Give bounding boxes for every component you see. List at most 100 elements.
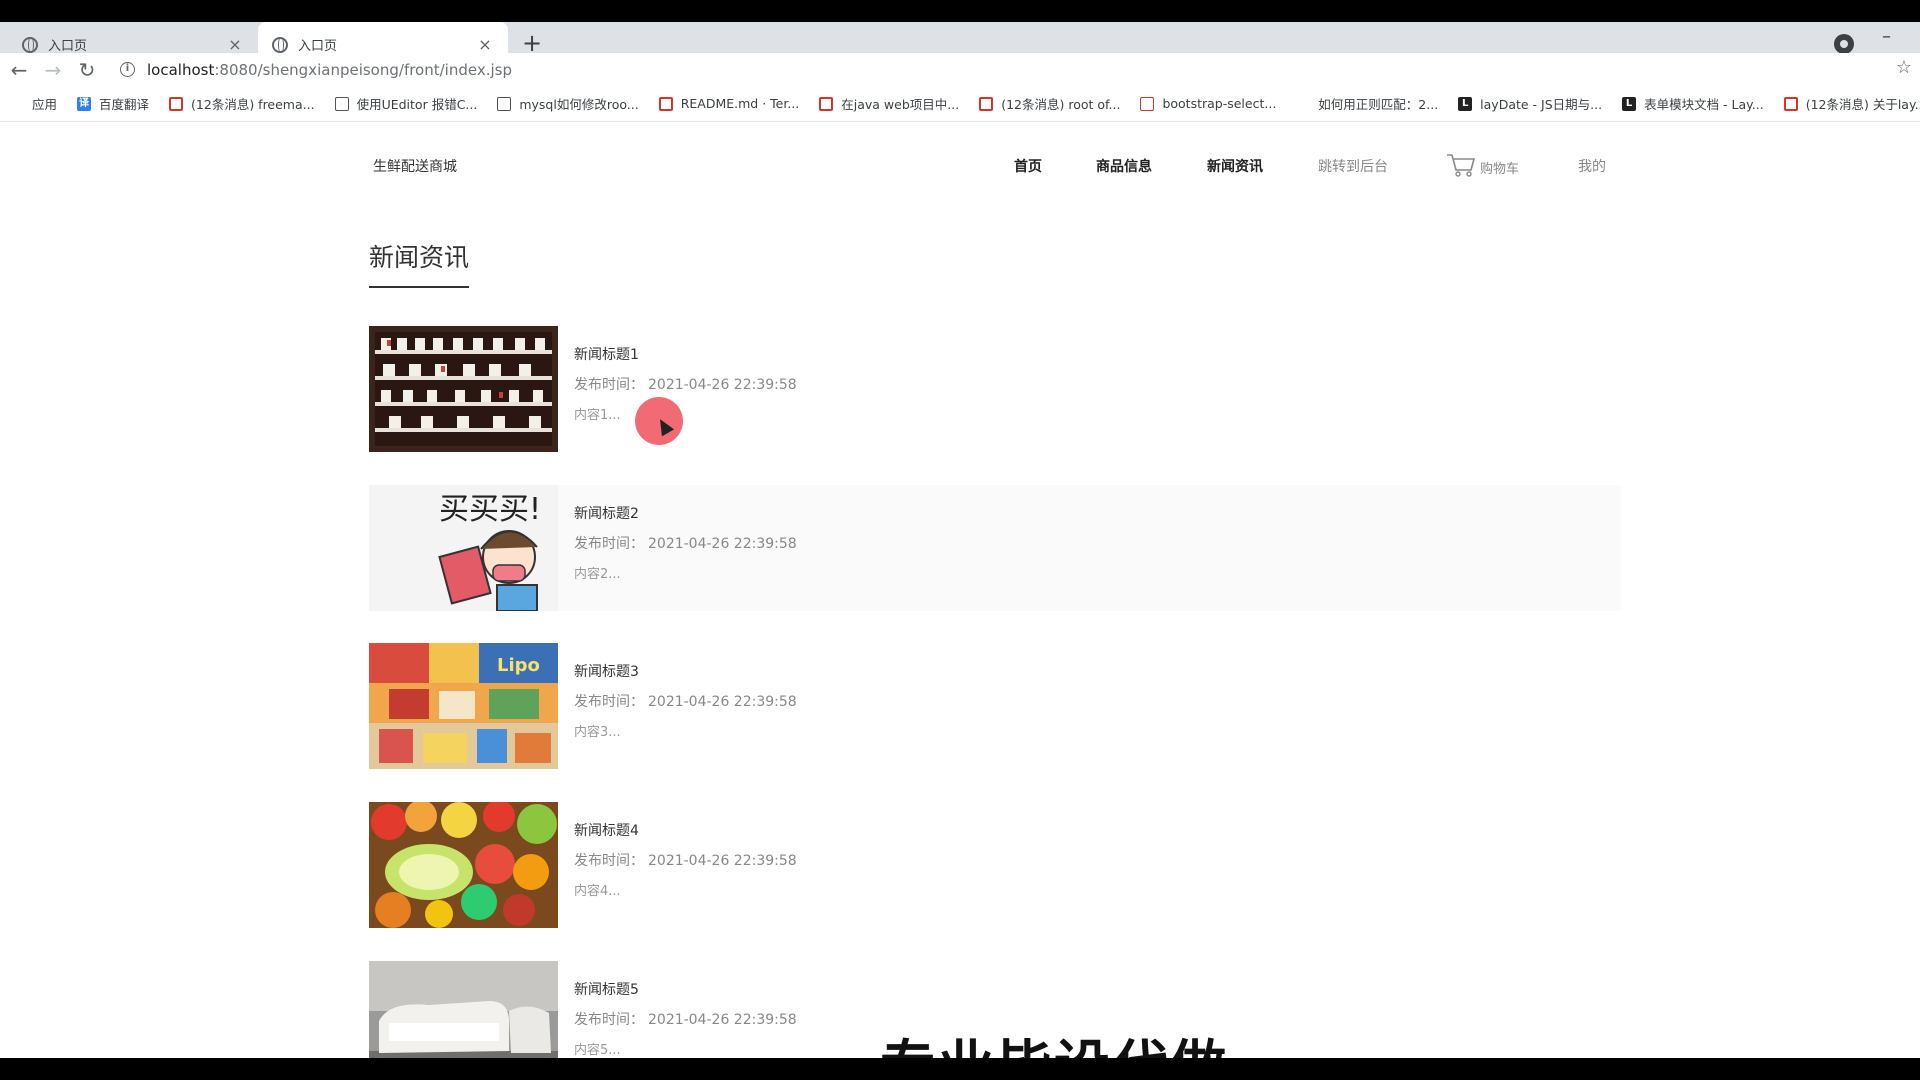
bookmark-item[interactable]: C (12条消息) root of... bbox=[979, 94, 1120, 113]
url-host: localhost bbox=[147, 60, 215, 79]
bookmark-item[interactable]: ▦ bootstrap-select... bbox=[1140, 96, 1276, 111]
date-label: 发布时间： bbox=[574, 1012, 644, 1028]
bookmark-label: 如何用正则匹配：2... bbox=[1318, 97, 1439, 112]
fruit-basket-image bbox=[369, 802, 558, 928]
snacks-shelf-image: Lipo bbox=[369, 643, 558, 769]
bookmark-item[interactable]: C (12条消息) freema... bbox=[169, 94, 315, 113]
bookmark-item[interactable]: G README.md · Ter... bbox=[658, 96, 800, 111]
screen: 入口页 × 入口页 × + – ← → ↻ i localhost:8080/s… bbox=[0, 0, 1920, 1080]
bookmark-label: (12条消息) root of... bbox=[1001, 97, 1121, 112]
bookmark-item[interactable]: A 使用UEditor 报错C... bbox=[334, 94, 477, 113]
news-title[interactable]: 新闻标题3 bbox=[574, 661, 639, 681]
ueditor-icon: A bbox=[334, 96, 349, 111]
nav-goods[interactable]: 商品信息 bbox=[1096, 156, 1152, 176]
date-value: 2021-04-26 22:39:58 bbox=[648, 536, 797, 552]
news-date: 发布时间： 2021-04-26 22:39:58 bbox=[574, 374, 797, 394]
bookmark-label: 应用 bbox=[32, 97, 58, 112]
reload-icon[interactable]: ↻ bbox=[70, 54, 104, 86]
bookmark-star-icon[interactable]: ☆ bbox=[1896, 57, 1912, 78]
close-icon[interactable]: × bbox=[226, 35, 244, 54]
bookmark-label: (12条消息) 关于lay... bbox=[1805, 97, 1920, 112]
bootstrap-icon: ▦ bbox=[1140, 96, 1155, 111]
bookmark-item[interactable]: L layDate - JS日期与... bbox=[1458, 94, 1602, 113]
tab-title: 入口页 bbox=[48, 39, 88, 54]
news-content: 内容4... bbox=[574, 884, 621, 899]
news-date: 发布时间： 2021-04-26 22:39:58 bbox=[574, 533, 797, 553]
news-title[interactable]: 新闻标题4 bbox=[574, 820, 639, 840]
section-title: 新闻资讯 bbox=[369, 238, 470, 288]
date-value: 2021-04-26 22:39:58 bbox=[648, 694, 797, 710]
svg-text:买买买!: 买买买! bbox=[439, 492, 541, 527]
site-header: 生鲜配送商城 首页 商品信息 新闻资讯 跳转到后台 购物车 我的 bbox=[0, 122, 1920, 212]
bookmark-label: layDate - JS日期与... bbox=[1480, 97, 1603, 112]
date-label: 发布时间： bbox=[574, 694, 644, 710]
date-value: 2021-04-26 22:39:58 bbox=[648, 377, 797, 393]
cart-label: 购物车 bbox=[1480, 162, 1520, 177]
news-thumbnail-cartoon[interactable]: 买买买! bbox=[369, 485, 558, 611]
bookmark-item[interactable]: 译 百度翻译 bbox=[77, 94, 149, 113]
layui-icon: L bbox=[1622, 96, 1637, 111]
csdn-icon: C bbox=[1783, 96, 1798, 111]
bookmark-item[interactable]: L 表单模块文档 - Lay... bbox=[1622, 94, 1764, 113]
news-item[interactable]: Lipo 新闻标题3 发布时间： 2021-04-26 22:39:58 内容3.… bbox=[369, 643, 1621, 769]
bookmark-label: README.md · Ter... bbox=[680, 96, 800, 111]
news-content: 内容3... bbox=[574, 725, 621, 740]
site-brand[interactable]: 生鲜配送商城 bbox=[373, 156, 457, 176]
news-content: 内容5... bbox=[574, 1043, 621, 1058]
nav-news[interactable]: 新闻资讯 bbox=[1207, 156, 1263, 176]
news-title[interactable]: 新闻标题2 bbox=[574, 503, 639, 523]
info-icon[interactable]: i bbox=[120, 62, 135, 77]
close-icon[interactable]: × bbox=[476, 35, 494, 54]
svg-text:Lipo: Lipo bbox=[497, 655, 540, 676]
news-item[interactable]: 买买买! 新闻标题2 发布时间： 2021-04-26 22:39:58 内容2.… bbox=[369, 485, 1621, 611]
news-date: 发布时间： 2021-04-26 22:39:58 bbox=[574, 850, 797, 870]
globe-icon bbox=[272, 36, 288, 53]
baidu-translate-icon: 译 bbox=[77, 96, 92, 111]
bookmarks-bar: ⠿ 应用 译 百度翻译 C (12条消息) freema... A 使用UEdi… bbox=[0, 86, 1920, 122]
baidu-paw-icon: ✿ bbox=[1299, 97, 1308, 109]
date-label: 发布时间： bbox=[574, 377, 644, 393]
layui-icon: L bbox=[1458, 96, 1473, 111]
bookmark-item[interactable]: C 在java web项目中... bbox=[819, 94, 959, 113]
news-thumbnail-snacks[interactable]: Lipo bbox=[369, 643, 558, 769]
tab-title: 入口页 bbox=[298, 39, 338, 54]
nav-mine[interactable]: 我的 bbox=[1578, 156, 1606, 176]
csdn-icon: C bbox=[169, 96, 184, 111]
address-bar[interactable]: i localhost:8080/shengxianpeisong/front/… bbox=[120, 55, 512, 85]
news-title[interactable]: 新闻标题5 bbox=[574, 979, 639, 999]
minimize-button[interactable]: – bbox=[1882, 28, 1898, 50]
bookmark-apps[interactable]: ⠿ 应用 bbox=[10, 94, 57, 113]
bookmark-label: mysql如何修改roo... bbox=[519, 97, 639, 112]
news-thumbnail-fruit[interactable] bbox=[369, 802, 558, 928]
nav-home[interactable]: 首页 bbox=[1014, 156, 1042, 176]
bookmark-item[interactable]: ✿ 如何用正则匹配：2... bbox=[1296, 94, 1438, 113]
bookmark-label: 在java web项目中... bbox=[841, 97, 960, 112]
news-thumbnail-shoe-rack[interactable] bbox=[369, 326, 558, 452]
cartoon-shopping-image: 买买买! bbox=[369, 485, 558, 611]
news-title[interactable]: 新闻标题1 bbox=[574, 344, 639, 364]
forward-arrow-icon[interactable]: → bbox=[36, 54, 70, 86]
bookmark-item[interactable]: A mysql如何修改roo... bbox=[497, 94, 639, 113]
url-path: :8080/shengxianpeisong/front/index.jsp bbox=[214, 60, 512, 79]
bookmark-item[interactable]: C (12条消息) 关于lay... bbox=[1783, 94, 1920, 113]
back-arrow-icon[interactable]: ← bbox=[2, 54, 36, 86]
bottom-letterbox bbox=[0, 1058, 1920, 1080]
news-content: 内容2... bbox=[574, 567, 621, 582]
date-label: 发布时间： bbox=[574, 853, 644, 869]
profile-icon[interactable] bbox=[1834, 34, 1854, 54]
nav-cart[interactable]: 购物车 bbox=[1446, 152, 1519, 178]
nav-admin[interactable]: 跳转到后台 bbox=[1318, 156, 1388, 176]
gitee-icon: G bbox=[658, 96, 673, 111]
csdn-icon: C bbox=[819, 96, 834, 111]
shoe-rack-image bbox=[369, 326, 558, 452]
cart-icon bbox=[1447, 154, 1476, 177]
bookmark-label: 百度翻译 bbox=[99, 97, 150, 112]
date-value: 2021-04-26 22:39:58 bbox=[648, 853, 797, 869]
news-item[interactable]: 新闻标题1 发布时间： 2021-04-26 22:39:58 内容1... bbox=[369, 326, 1621, 452]
watermark-overlay-text: 专业毕设代做 bbox=[880, 1022, 1228, 1058]
date-label: 发布时间： bbox=[574, 536, 644, 552]
news-thumbnail-sofa[interactable] bbox=[369, 961, 558, 1058]
news-item[interactable]: 新闻标题4 发布时间： 2021-04-26 22:39:58 内容4... bbox=[369, 802, 1621, 928]
news-date: 发布时间： 2021-04-26 22:39:58 bbox=[574, 1009, 797, 1029]
mysql-icon: A bbox=[497, 96, 512, 111]
